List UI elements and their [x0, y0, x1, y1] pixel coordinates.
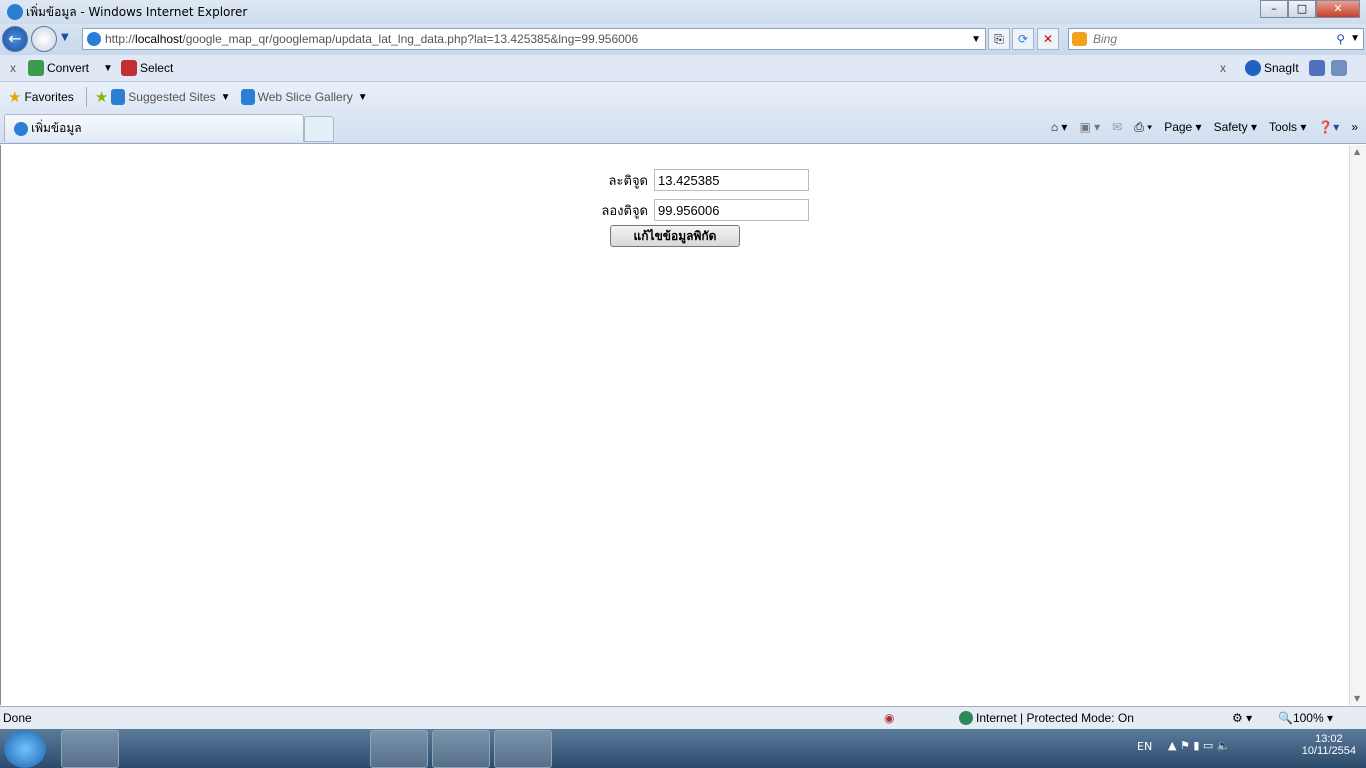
back-button[interactable]: ←	[2, 26, 28, 52]
favorites-bar: ★ Favorites ★ Suggested Sites ▼ Web Slic…	[0, 82, 1366, 112]
vertical-scrollbar[interactable]: ▲ ▼	[1349, 145, 1366, 705]
web-slice-gallery-link[interactable]: Web Slice Gallery	[258, 90, 353, 104]
page-content: ละติจูด ลองติจูด แก้ไขข้อมูลพิกัด ▲▼	[0, 145, 1366, 705]
latitude-input[interactable]	[654, 169, 809, 191]
snagit-window-icon[interactable]	[1308, 60, 1325, 76]
address-bar-row: ← ▼ http://localhost/google_map_qr/googl…	[0, 24, 1366, 55]
favorites-star-icon: ★	[8, 89, 22, 106]
add-on-toolbar: x Convert ▼ Select x SnagIt	[0, 55, 1366, 82]
start-button[interactable]	[4, 730, 46, 768]
snagit-button[interactable]: SnagIt	[1264, 61, 1299, 75]
taskbar-explorer-icon[interactable]	[122, 730, 180, 768]
edit-coordinates-form: ละติจูด ลองติจูด แก้ไขข้อมูลพิกัด	[561, 165, 821, 247]
ie-logo-icon	[7, 4, 23, 20]
select-button[interactable]: Select	[140, 61, 173, 75]
feeds-icon[interactable]: ▣ ▾	[1079, 120, 1100, 134]
mail-icon[interactable]: ✉	[1112, 120, 1122, 134]
taskbar-app-icon[interactable]	[370, 730, 428, 768]
address-input[interactable]: http://localhost/google_map_qr/googlemap…	[82, 28, 986, 50]
help-icon[interactable]: ❓▾	[1318, 120, 1339, 134]
snagit-icon	[1245, 60, 1261, 76]
web-slice-dropdown-icon[interactable]: ▼	[358, 92, 368, 103]
maximize-button[interactable]: □	[1288, 0, 1316, 18]
taskbar-ie-icon[interactable]	[61, 730, 119, 768]
tray-icons[interactable]: ▲ ⚑ ▮ ▭ 🔈	[1168, 739, 1230, 752]
snagit-settings-icon[interactable]	[1330, 60, 1347, 76]
refresh-icon[interactable]: ⟳	[1012, 28, 1034, 50]
globe-icon	[959, 711, 973, 725]
tab-active[interactable]: เพิ่มข้อมูล	[4, 114, 304, 142]
url-path: /google_map_qr/googlemap/updata_lat_lng_…	[182, 32, 639, 46]
status-bar: Done ◉ Internet | Protected Mode: On ⚙ ▾…	[0, 706, 1366, 729]
url-prefix: http://	[105, 32, 136, 46]
privacy-icon[interactable]: ◉	[884, 711, 894, 725]
page-menu[interactable]: Page ▾	[1164, 120, 1201, 134]
taskbar-messenger-icon[interactable]	[184, 730, 242, 768]
taskbar: EN ▲ ⚑ ▮ ▭ 🔈 13:02 10/11/2554	[0, 729, 1366, 768]
taskbar-dreamweaver-icon[interactable]	[432, 730, 490, 768]
taskbar-media-player-icon[interactable]	[245, 730, 303, 768]
close-window-button[interactable]: ✕	[1316, 0, 1360, 18]
command-bar: ⌂ ▾ ▣ ▾ ✉ ⎙ ▾ Page ▾ Safety ▾ Tools ▾ ❓▾…	[1051, 112, 1358, 142]
security-zone: Internet | Protected Mode: On	[976, 711, 1134, 725]
stop-icon[interactable]: ✕	[1037, 28, 1059, 50]
latitude-label: ละติจูด	[608, 172, 648, 188]
taskbar-chrome-icon[interactable]	[306, 730, 364, 768]
tab-row: เพิ่มข้อมูล ⌂ ▾ ▣ ▾ ✉ ⎙ ▾ Page ▾ Safety …	[0, 112, 1366, 144]
convert-dropdown-icon[interactable]: ▼	[103, 63, 113, 74]
url-host: localhost	[135, 32, 183, 46]
favorites-button[interactable]: Favorites	[24, 90, 73, 104]
search-placeholder: Bing	[1093, 32, 1118, 46]
title-bar: เพิ่มข้อมูล - Windows Internet Explorer …	[0, 0, 1366, 24]
ie-tab-icon	[14, 121, 28, 136]
search-dropdown-icon[interactable]: ▼	[1350, 29, 1360, 49]
address-dropdown-icon[interactable]: ▼	[971, 34, 981, 45]
convert-button[interactable]: Convert	[47, 61, 89, 75]
suggested-sites-link[interactable]: Suggested Sites	[128, 90, 215, 104]
clock[interactable]: 13:02 10/11/2554	[1302, 733, 1356, 757]
tools-menu[interactable]: Tools ▾	[1269, 120, 1306, 134]
bing-icon	[1072, 32, 1087, 46]
compat-view-icon[interactable]: ⎘	[988, 28, 1010, 50]
protected-mode-icon[interactable]: ⚙ ▾	[1232, 711, 1252, 725]
forward-button[interactable]	[31, 26, 57, 52]
safety-menu[interactable]: Safety ▾	[1214, 120, 1257, 134]
home-icon[interactable]: ⌂ ▾	[1051, 120, 1068, 134]
search-input[interactable]: Bing ⚲ ▼	[1068, 28, 1364, 50]
search-icon[interactable]: ⚲	[1336, 29, 1345, 49]
window-title: เพิ่มข้อมูล - Windows Internet Explorer	[26, 4, 248, 19]
page-icon	[87, 32, 101, 46]
zoom-control[interactable]: 🔍100% ▾	[1278, 711, 1333, 725]
language-indicator[interactable]: EN	[1137, 740, 1152, 753]
taskbar-paint-icon[interactable]	[494, 730, 552, 768]
close-snagit-toolbar-icon[interactable]: x	[1220, 61, 1226, 75]
suggested-sites-dropdown-icon[interactable]: ▼	[221, 92, 231, 103]
longitude-input[interactable]	[654, 199, 809, 221]
convert-icon	[28, 60, 44, 76]
update-coordinates-button[interactable]: แก้ไขข้อมูลพิกัด	[610, 225, 740, 247]
minimize-button[interactable]: –	[1260, 0, 1288, 18]
ie-page-icon	[111, 89, 126, 105]
tab-label: เพิ่มข้อมูล	[31, 121, 82, 135]
print-icon[interactable]: ⎙ ▾	[1134, 120, 1152, 135]
longitude-label: ลองติจูด	[601, 202, 648, 218]
add-to-favorites-icon[interactable]: ★	[95, 88, 108, 106]
divider	[85, 87, 87, 107]
status-text: Done	[3, 711, 32, 725]
select-icon	[120, 60, 137, 76]
history-dropdown-icon[interactable]: ▼	[61, 32, 69, 43]
more-chevron-icon[interactable]: »	[1351, 120, 1358, 134]
ie-page-icon	[240, 89, 255, 105]
new-tab-button[interactable]	[304, 116, 334, 142]
close-toolbar-icon[interactable]: x	[10, 61, 16, 75]
